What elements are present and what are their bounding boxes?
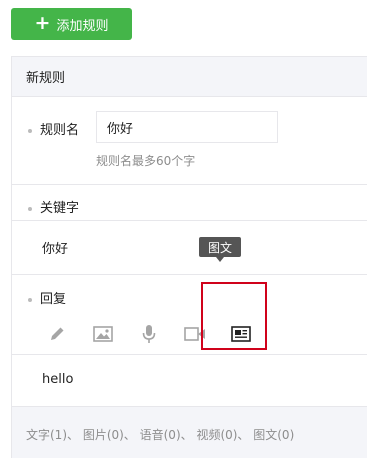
rule-name-label: 规则名 xyxy=(28,119,79,138)
rule-name-section: 规则名 你好 规则名最多60个字 xyxy=(12,97,367,185)
news-tooltip-text: 图文 xyxy=(207,240,232,255)
bullet-icon xyxy=(28,128,32,133)
bullet-icon xyxy=(28,297,32,302)
highlight-annotation-box xyxy=(201,282,267,350)
keyword-row[interactable]: 你好 xyxy=(12,221,367,275)
news-tooltip: 图文 xyxy=(199,237,241,262)
reply-stats-text: 文字(1)、 图片(0)、 语音(0)、 视频(0)、 图文(0) xyxy=(26,428,295,442)
rule-panel: 新规则 规则名 你好 规则名最多60个字 关键字 你好 回复 hello 文字(… xyxy=(11,56,367,458)
reply-section: 回复 xyxy=(12,275,367,355)
rule-panel-header: 新规则 xyxy=(12,57,367,97)
add-rule-label: 添加规则 xyxy=(56,18,109,34)
keyword-section: 关键字 xyxy=(12,185,367,221)
keyword-value: 你好 xyxy=(42,242,69,257)
keyword-label: 关键字 xyxy=(28,197,79,216)
add-rule-button[interactable]: + 添加规则 xyxy=(11,8,132,40)
rule-name-hint: 规则名最多60个字 xyxy=(96,154,196,168)
reply-stats-bar: 文字(1)、 图片(0)、 语音(0)、 视频(0)、 图文(0) xyxy=(12,407,367,458)
reply-label: 回复 xyxy=(28,288,66,307)
microphone-icon[interactable] xyxy=(138,323,160,345)
bullet-icon xyxy=(28,206,32,211)
pencil-icon[interactable] xyxy=(46,323,68,345)
reply-content-row[interactable]: hello xyxy=(12,355,367,407)
rule-name-input[interactable]: 你好 xyxy=(96,111,278,143)
rule-name-value: 你好 xyxy=(107,121,134,137)
rule-panel-title: 新规则 xyxy=(26,71,66,86)
reply-content-value: hello xyxy=(42,372,74,387)
plus-icon: + xyxy=(34,11,51,34)
image-icon[interactable] xyxy=(92,323,114,345)
